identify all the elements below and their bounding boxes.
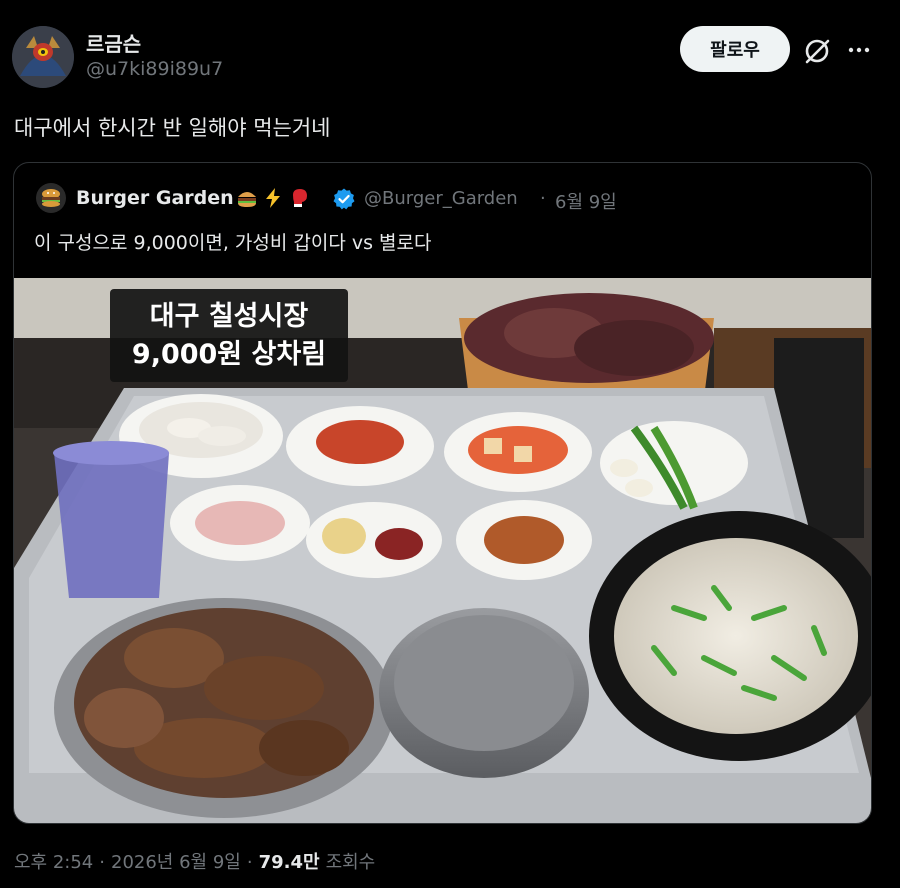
caption-line-2: 9,000원 상차림 bbox=[131, 338, 327, 370]
photo-caption: 대구 칠성시장 9,000원 상차림 bbox=[110, 289, 348, 382]
quoted-tweet-card[interactable]: Burger Garden @Burger_Garden · 6월 9일 이 구… bbox=[13, 162, 872, 824]
view-count-label: 조회수 bbox=[325, 852, 376, 873]
quote-avatar[interactable] bbox=[36, 183, 66, 213]
tweet-footer: 오후 2:54 · 2026년 6월 9일 · 79.4만 조회수 bbox=[14, 848, 375, 874]
quote-display-name[interactable]: Burger Garden bbox=[76, 187, 234, 209]
author-avatar[interactable] bbox=[12, 26, 74, 88]
boxing-glove-icon bbox=[293, 189, 307, 207]
quote-date[interactable]: 6월 9일 bbox=[555, 188, 617, 214]
footer-separator-1: · bbox=[99, 852, 105, 873]
follow-button[interactable]: 팔로우 bbox=[680, 26, 790, 72]
post-date[interactable]: 2026년 6월 9일 bbox=[111, 848, 241, 874]
tweet-text: 대구에서 한시간 반 일해야 먹는거네 bbox=[14, 116, 331, 140]
dragon-avatar-icon bbox=[12, 26, 74, 88]
view-count[interactable]: 79.4만 bbox=[259, 848, 320, 874]
quote-handle[interactable]: @Burger_Garden bbox=[364, 188, 518, 209]
author-handle[interactable]: @u7ki89i89u7 bbox=[86, 58, 223, 80]
lightning-icon bbox=[266, 188, 280, 208]
footer-separator-2: · bbox=[246, 852, 253, 873]
quote-text: 이 구성으로 9,000이면, 가성비 갑이다 vs 별로다 bbox=[34, 232, 432, 254]
quote-separator: · bbox=[540, 188, 546, 209]
caption-line-1: 대구 칠성시장 bbox=[149, 300, 309, 332]
verified-badge-icon bbox=[333, 188, 355, 210]
burger-icon bbox=[238, 192, 256, 207]
quote-photo[interactable]: 대구 칠성시장 9,000원 상차림 bbox=[14, 278, 871, 823]
author-display-name[interactable]: 르금슨 bbox=[86, 28, 141, 57]
post-time[interactable]: 오후 2:54 bbox=[14, 848, 93, 874]
quote-name-emojis bbox=[236, 187, 310, 209]
grok-icon[interactable] bbox=[802, 36, 832, 66]
more-icon[interactable] bbox=[845, 36, 873, 64]
burger-mascot-icon bbox=[36, 183, 66, 213]
